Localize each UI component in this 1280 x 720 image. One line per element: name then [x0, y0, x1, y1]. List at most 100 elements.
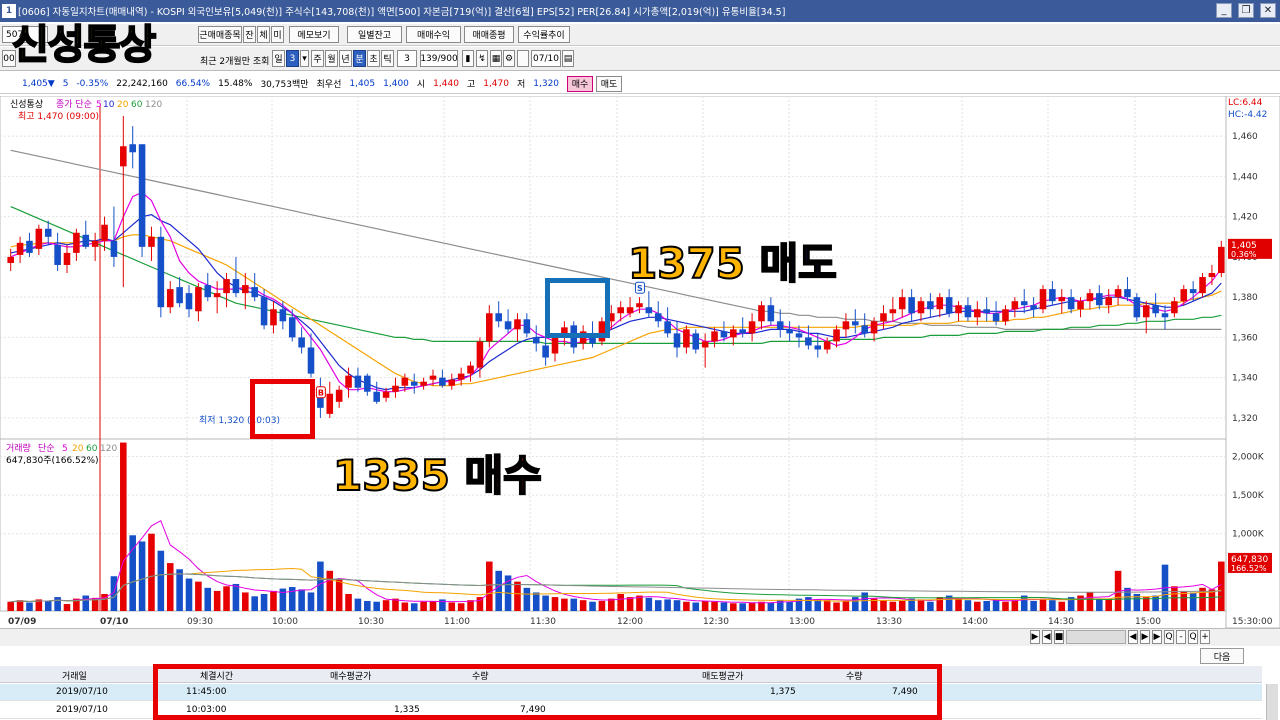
candle-body	[664, 321, 671, 334]
candle-body	[833, 329, 840, 342]
scroll-left-icon[interactable]: ◀	[1042, 630, 1052, 644]
candle-body	[401, 377, 409, 386]
period-tick-button[interactable]: 틱	[381, 50, 394, 67]
recent-trades-button[interactable]: 근매매종목	[198, 26, 242, 43]
sell-annotation-word: 매도	[759, 238, 838, 289]
minimize-icon[interactable]: _	[1216, 3, 1232, 18]
zoom-in-icon[interactable]: Q	[1188, 630, 1198, 644]
candle-body	[157, 236, 165, 308]
return-trend-button[interactable]: 수익률추이	[518, 26, 570, 43]
candle-body	[701, 341, 709, 348]
volume-bar	[748, 602, 756, 611]
scroll-prev-icon[interactable]: ◀	[1128, 630, 1138, 644]
zoom-minus-icon[interactable]: -	[1176, 630, 1186, 644]
volume-bar	[429, 600, 437, 611]
volume-bar	[1171, 586, 1178, 611]
chart-scroll-bar[interactable]: ▶ ◀ ■ ◀ ▶ ▶ Q - Q +	[0, 628, 1280, 646]
date-checkbox[interactable]	[517, 50, 529, 67]
candle-body	[1189, 289, 1197, 294]
candle-body	[495, 313, 502, 322]
zoom-plus-icon[interactable]: +	[1200, 630, 1210, 644]
candle-body	[1114, 289, 1122, 298]
toolbar-period: 00 최근 2개월만 조회 일 3 ▾ 주 월 년 분 초 틱 3 139/90…	[0, 47, 1280, 71]
data-count-field[interactable]: 139/900	[420, 50, 458, 67]
volume-bar	[185, 578, 193, 611]
candle-body	[1152, 305, 1159, 314]
period-week-button[interactable]: 주	[311, 50, 324, 67]
stop-icon[interactable]: ■	[1054, 630, 1064, 644]
candle-body	[1058, 297, 1066, 302]
candle-body	[1096, 293, 1103, 306]
date-input[interactable]: 07/10	[531, 50, 561, 67]
close-icon[interactable]: ✕	[1260, 3, 1276, 18]
candle-body	[448, 379, 456, 386]
restore-icon[interactable]: ❐	[1238, 3, 1254, 18]
chart-canvas[interactable]: BS 1,4601,4401,4201,4001,3801,3601,3401,…	[0, 96, 1280, 628]
volume-bar	[213, 590, 221, 611]
settings-gear-icon[interactable]: ⚙	[503, 50, 515, 67]
candle-body	[908, 297, 915, 314]
candle-body	[955, 305, 962, 314]
balance-button[interactable]: 잔	[243, 26, 256, 43]
volume-bar	[1011, 600, 1019, 611]
scroll-end-icon[interactable]: ▶	[1030, 630, 1040, 644]
daily-balance-button[interactable]: 일별잔고	[347, 26, 402, 43]
last-volume-pct: 166.52%	[1231, 564, 1267, 573]
time-tick-label: 10:30	[358, 617, 384, 627]
period-dropdown[interactable]: ▾	[300, 50, 309, 67]
period-minute-button[interactable]: 분	[353, 50, 366, 67]
candle-body	[44, 228, 52, 237]
interval-select[interactable]: 3	[397, 50, 417, 67]
period-month-button[interactable]: 월	[325, 50, 338, 67]
indicator-icon[interactable]: ↯	[476, 50, 488, 67]
time-tick-label: 13:30	[876, 617, 902, 627]
candle-body	[617, 307, 624, 314]
volume-bar	[514, 581, 521, 611]
candle-body	[1020, 301, 1028, 306]
candle-body	[420, 381, 427, 386]
volume-bar	[1030, 600, 1037, 611]
candle-body	[82, 234, 90, 247]
trade-profit-button[interactable]: 매매수익	[406, 26, 461, 43]
unfilled-button[interactable]: 미	[271, 26, 284, 43]
chart-grid	[0, 96, 1280, 628]
volume-legend-period: 120	[100, 444, 117, 454]
trade-summary-button[interactable]: 매매종평	[464, 26, 514, 43]
price-legend-period: 60	[131, 100, 143, 110]
volume-bar	[420, 601, 427, 611]
volume-bar	[382, 600, 390, 611]
candle-body	[992, 313, 1000, 322]
memo-view-button[interactable]: 메모보기	[289, 26, 339, 43]
volume-bar	[317, 561, 324, 611]
zoom-out-icon[interactable]: Q	[1164, 630, 1174, 644]
filled-button[interactable]: 체	[257, 26, 270, 43]
volume-bar	[598, 600, 606, 611]
chart-type-icon[interactable]: ▮	[462, 50, 474, 67]
zoom-controls: ▶ ◀ ■ ◀ ▶ ▶ Q - Q +	[1030, 630, 1210, 644]
time-tick-label: 15:00	[1135, 617, 1161, 627]
next-page-button[interactable]: 다음	[1200, 648, 1244, 664]
period-second-button[interactable]: 초	[367, 50, 380, 67]
scroll-right-icon[interactable]: ▶	[1140, 630, 1150, 644]
bid-price: 1,400	[383, 78, 409, 89]
candle-body	[692, 333, 700, 350]
period-3-button[interactable]: 3	[286, 50, 299, 67]
calendar-icon[interactable]: ▤	[562, 50, 574, 67]
buy-button[interactable]: 매수	[567, 75, 594, 92]
buy-highlight-box	[250, 379, 315, 439]
time-tick-label: 14:30	[1048, 617, 1074, 627]
candle-body	[626, 307, 634, 314]
volume-bar	[260, 594, 268, 611]
scroll-next-icon[interactable]: ▶	[1152, 630, 1162, 644]
grid-icon[interactable]: ▦	[490, 50, 502, 67]
table-scrollbar[interactable]	[1266, 684, 1278, 720]
period-day-button[interactable]: 일	[272, 50, 285, 67]
volume-bar	[486, 561, 493, 611]
period-year-button[interactable]: 년	[339, 50, 352, 67]
volume-bar	[148, 533, 155, 611]
scroll-track[interactable]	[1066, 630, 1126, 644]
sell-button[interactable]: 매도	[596, 75, 623, 92]
overlay-stock-title: 신성통상	[11, 21, 157, 69]
volume-bar	[1002, 601, 1009, 611]
volume-bar	[448, 602, 456, 611]
